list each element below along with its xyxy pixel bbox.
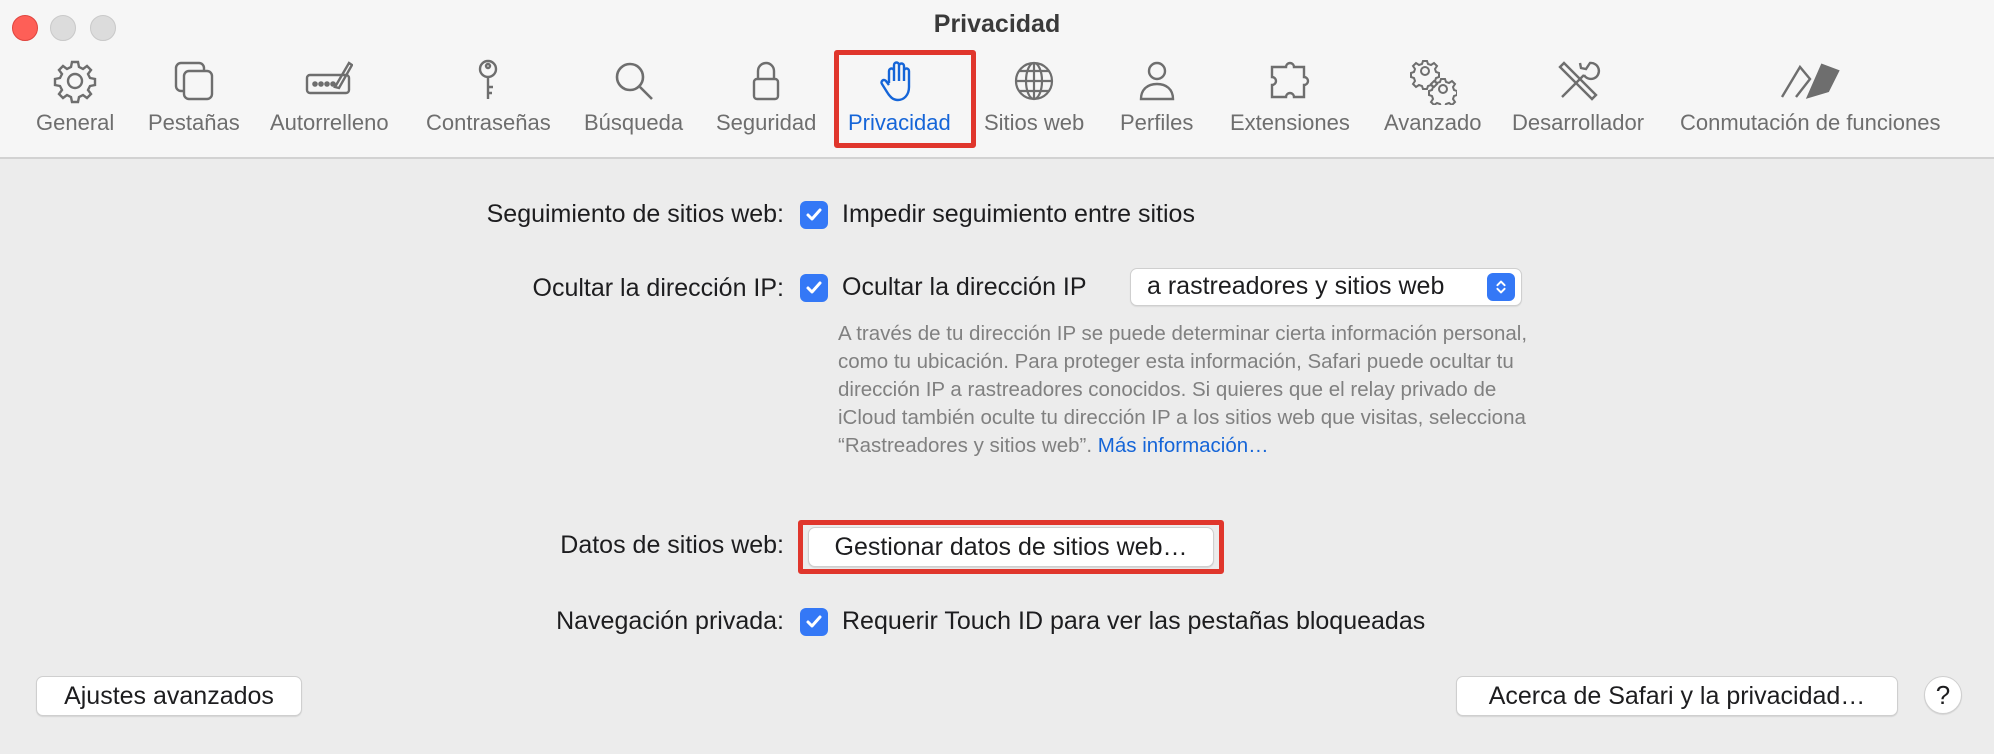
checkmark-icon xyxy=(806,208,822,221)
hide-ip-label: Ocultar la dirección IP: xyxy=(532,274,785,302)
gears-icon xyxy=(1405,56,1461,106)
tab-desarrollador[interactable]: Desarrollador xyxy=(1512,56,1644,140)
hide-ip-checkbox-label[interactable]: Ocultar la dirección IP xyxy=(842,273,1087,302)
hide-ip-select-value: a rastreadores y sitios web xyxy=(1147,272,1445,300)
manage-data-highlight-box xyxy=(798,520,1224,574)
help-button[interactable]: ? xyxy=(1924,676,1962,714)
tab-busqueda[interactable]: Búsqueda xyxy=(584,56,683,140)
key-icon xyxy=(460,56,516,106)
hide-ip-checkbox[interactable] xyxy=(800,274,828,302)
private-browsing-label: Navegación privada: xyxy=(556,607,784,635)
advanced-settings-button[interactable]: Ajustes avanzados xyxy=(36,676,302,716)
tab-label: Pestañas xyxy=(148,110,240,135)
up-down-chevron-icon xyxy=(1487,273,1515,301)
tab-perfiles[interactable]: Perfiles xyxy=(1120,56,1193,140)
private-browsing-checkbox-label[interactable]: Requerir Touch ID para ver las pestañas … xyxy=(842,607,1425,636)
hide-ip-select[interactable]: a rastreadores y sitios web xyxy=(1130,268,1522,306)
tab-contrasenas[interactable]: Contraseñas xyxy=(426,56,551,140)
about-safari-privacy-button[interactable]: Acerca de Safari y la privacidad… xyxy=(1456,676,1898,716)
tab-label: Contraseñas xyxy=(426,110,551,135)
tab-label: Búsqueda xyxy=(584,110,684,135)
tab-conmutacion-de-funciones[interactable]: Conmutación de funciones xyxy=(1680,56,1941,140)
privacidad-highlight-box xyxy=(834,50,976,148)
flags-icon xyxy=(1770,56,1850,106)
tab-label: Perfiles xyxy=(1120,110,1194,135)
tab-seguridad[interactable]: Seguridad xyxy=(716,56,816,140)
tab-pestanas[interactable]: Pestañas xyxy=(148,56,240,140)
lock-icon xyxy=(738,56,794,106)
tab-label: General xyxy=(36,110,115,135)
tab-extensiones[interactable]: Extensiones xyxy=(1230,56,1350,140)
tab-avanzado[interactable]: Avanzado xyxy=(1384,56,1481,140)
tab-label: Extensiones xyxy=(1230,110,1350,135)
checkmark-icon xyxy=(806,615,822,628)
puzzle-icon xyxy=(1262,56,1318,106)
tools-icon xyxy=(1550,56,1606,106)
tab-label: Desarrollador xyxy=(1512,110,1645,135)
tab-label: Seguridad xyxy=(716,110,817,135)
hide-ip-description: A través de tu dirección IP se puede det… xyxy=(838,320,1538,460)
magnifier-icon xyxy=(606,56,662,106)
tab-label: Sitios web xyxy=(984,110,1085,135)
tab-label: Autorrelleno xyxy=(270,110,389,135)
tab-label: Avanzado xyxy=(1384,110,1482,135)
checkmark-icon xyxy=(806,281,822,294)
tab-label: Conmutación de funciones xyxy=(1680,110,1941,135)
toolbar: Privacidad General Pestañas Autorrelleno… xyxy=(0,0,1994,159)
globe-icon xyxy=(1006,56,1062,106)
tabs-icon xyxy=(166,56,222,106)
private-browsing-checkbox[interactable] xyxy=(800,608,828,636)
tab-general[interactable]: General xyxy=(36,56,114,140)
person-icon xyxy=(1129,56,1185,106)
tracking-checkbox[interactable] xyxy=(800,201,828,229)
website-data-label: Datos de sitios web: xyxy=(560,531,784,559)
preferences-window: Privacidad General Pestañas Autorrelleno… xyxy=(0,0,1994,754)
tab-sitios-web[interactable]: Sitios web xyxy=(984,56,1084,140)
autofill-icon xyxy=(301,56,357,106)
gear-icon xyxy=(47,56,103,106)
window-title: Privacidad xyxy=(933,10,1061,38)
tab-autorrelleno[interactable]: Autorrelleno xyxy=(270,56,389,140)
more-info-link[interactable]: Más información… xyxy=(1098,434,1269,457)
tracking-label: Seguimiento de sitios web: xyxy=(486,200,784,228)
tracking-checkbox-label[interactable]: Impedir seguimiento entre sitios xyxy=(842,200,1195,229)
